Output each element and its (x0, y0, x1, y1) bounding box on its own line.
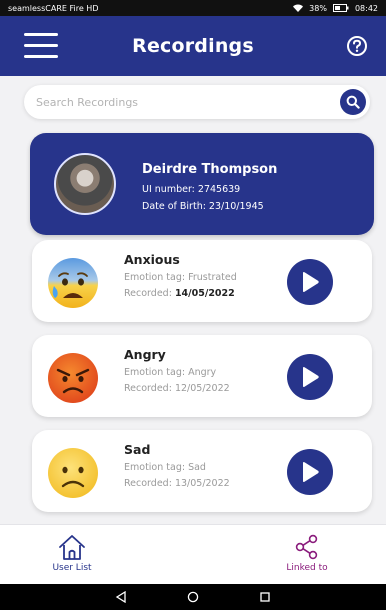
battery-icon (332, 4, 349, 12)
angry-emoji-icon (48, 353, 98, 403)
home-circle-icon[interactable] (187, 591, 199, 603)
back-icon[interactable] (115, 591, 127, 603)
sad-emoji-icon (48, 448, 98, 498)
patient-name: Deirdre Thompson (142, 162, 278, 177)
home-icon (59, 535, 85, 560)
carrier-label: seamlessCARE Fire HD (8, 3, 99, 13)
clock: 08:42 (354, 3, 378, 13)
search-icon[interactable] (340, 89, 366, 115)
patient-dob: Date of Birth: 23/10/1945 (142, 201, 264, 212)
play-button[interactable] (287, 449, 333, 495)
system-nav-bar (0, 584, 386, 610)
hamburger-menu-icon[interactable] (24, 33, 58, 59)
status-bar: seamlessCARE Fire HD 38% 08:42 (0, 0, 386, 16)
app-header: Recordings (0, 16, 386, 76)
patient-ui-number: UI number: 2745639 (142, 184, 241, 195)
patient-avatar (54, 153, 116, 215)
recording-emotion-tag: Emotion tag: Sad (124, 462, 206, 473)
recent-apps-icon[interactable] (259, 591, 271, 603)
recorded-date-value: 13/05/2022 (174, 478, 230, 489)
bottom-nav: User List Linked to (0, 524, 386, 584)
recorded-date-value: 14/05/2022 (174, 288, 235, 299)
page-title: Recordings (132, 35, 254, 57)
patient-card: Deirdre Thompson UI number: 2745639 Date… (30, 133, 374, 235)
wifi-icon (293, 4, 304, 12)
recording-emotion-tag: Emotion tag: Angry (124, 367, 217, 378)
recording-emotion: Anxious (124, 252, 180, 267)
search-bar (24, 85, 370, 119)
recorded-label: Recorded: (124, 288, 172, 299)
play-icon (303, 272, 319, 292)
search-input[interactable] (36, 95, 316, 109)
status-indicators: 38% 08:42 (293, 4, 378, 13)
share-icon (295, 534, 318, 560)
play-button[interactable] (287, 259, 333, 305)
recording-card-sad[interactable]: Sad Emotion tag: Sad Recorded: 13/05/202… (32, 430, 372, 512)
play-icon (303, 462, 319, 482)
anxious-emoji-icon (48, 258, 98, 308)
play-button[interactable] (287, 354, 333, 400)
nav-linked-to[interactable]: Linked to (262, 533, 352, 573)
recorded-label: Recorded: (124, 383, 172, 394)
play-icon (303, 367, 319, 387)
recording-date: Recorded: 14/05/2022 (124, 288, 235, 299)
help-circle-icon[interactable] (346, 35, 368, 61)
nav-user-list[interactable]: User List (27, 533, 117, 573)
recording-emotion: Sad (124, 442, 151, 457)
recording-date: Recorded: 12/05/2022 (124, 383, 230, 394)
recorded-label: Recorded: (124, 478, 172, 489)
recordings-list[interactable]: Deirdre Thompson UI number: 2745639 Date… (0, 124, 386, 524)
recording-card-angry[interactable]: Angry Emotion tag: Angry Recorded: 12/05… (32, 335, 372, 417)
recording-card-anxious[interactable]: Anxious Emotion tag: Frustrated Recorded… (32, 240, 372, 322)
recorded-date-value: 12/05/2022 (174, 383, 230, 394)
nav-linked-to-label: Linked to (286, 563, 328, 573)
recording-emotion: Angry (124, 347, 166, 362)
nav-user-list-label: User List (52, 563, 92, 573)
recording-emotion-tag: Emotion tag: Frustrated (124, 272, 237, 283)
battery-percent: 38% (309, 3, 327, 13)
recording-date: Recorded: 13/05/2022 (124, 478, 230, 489)
